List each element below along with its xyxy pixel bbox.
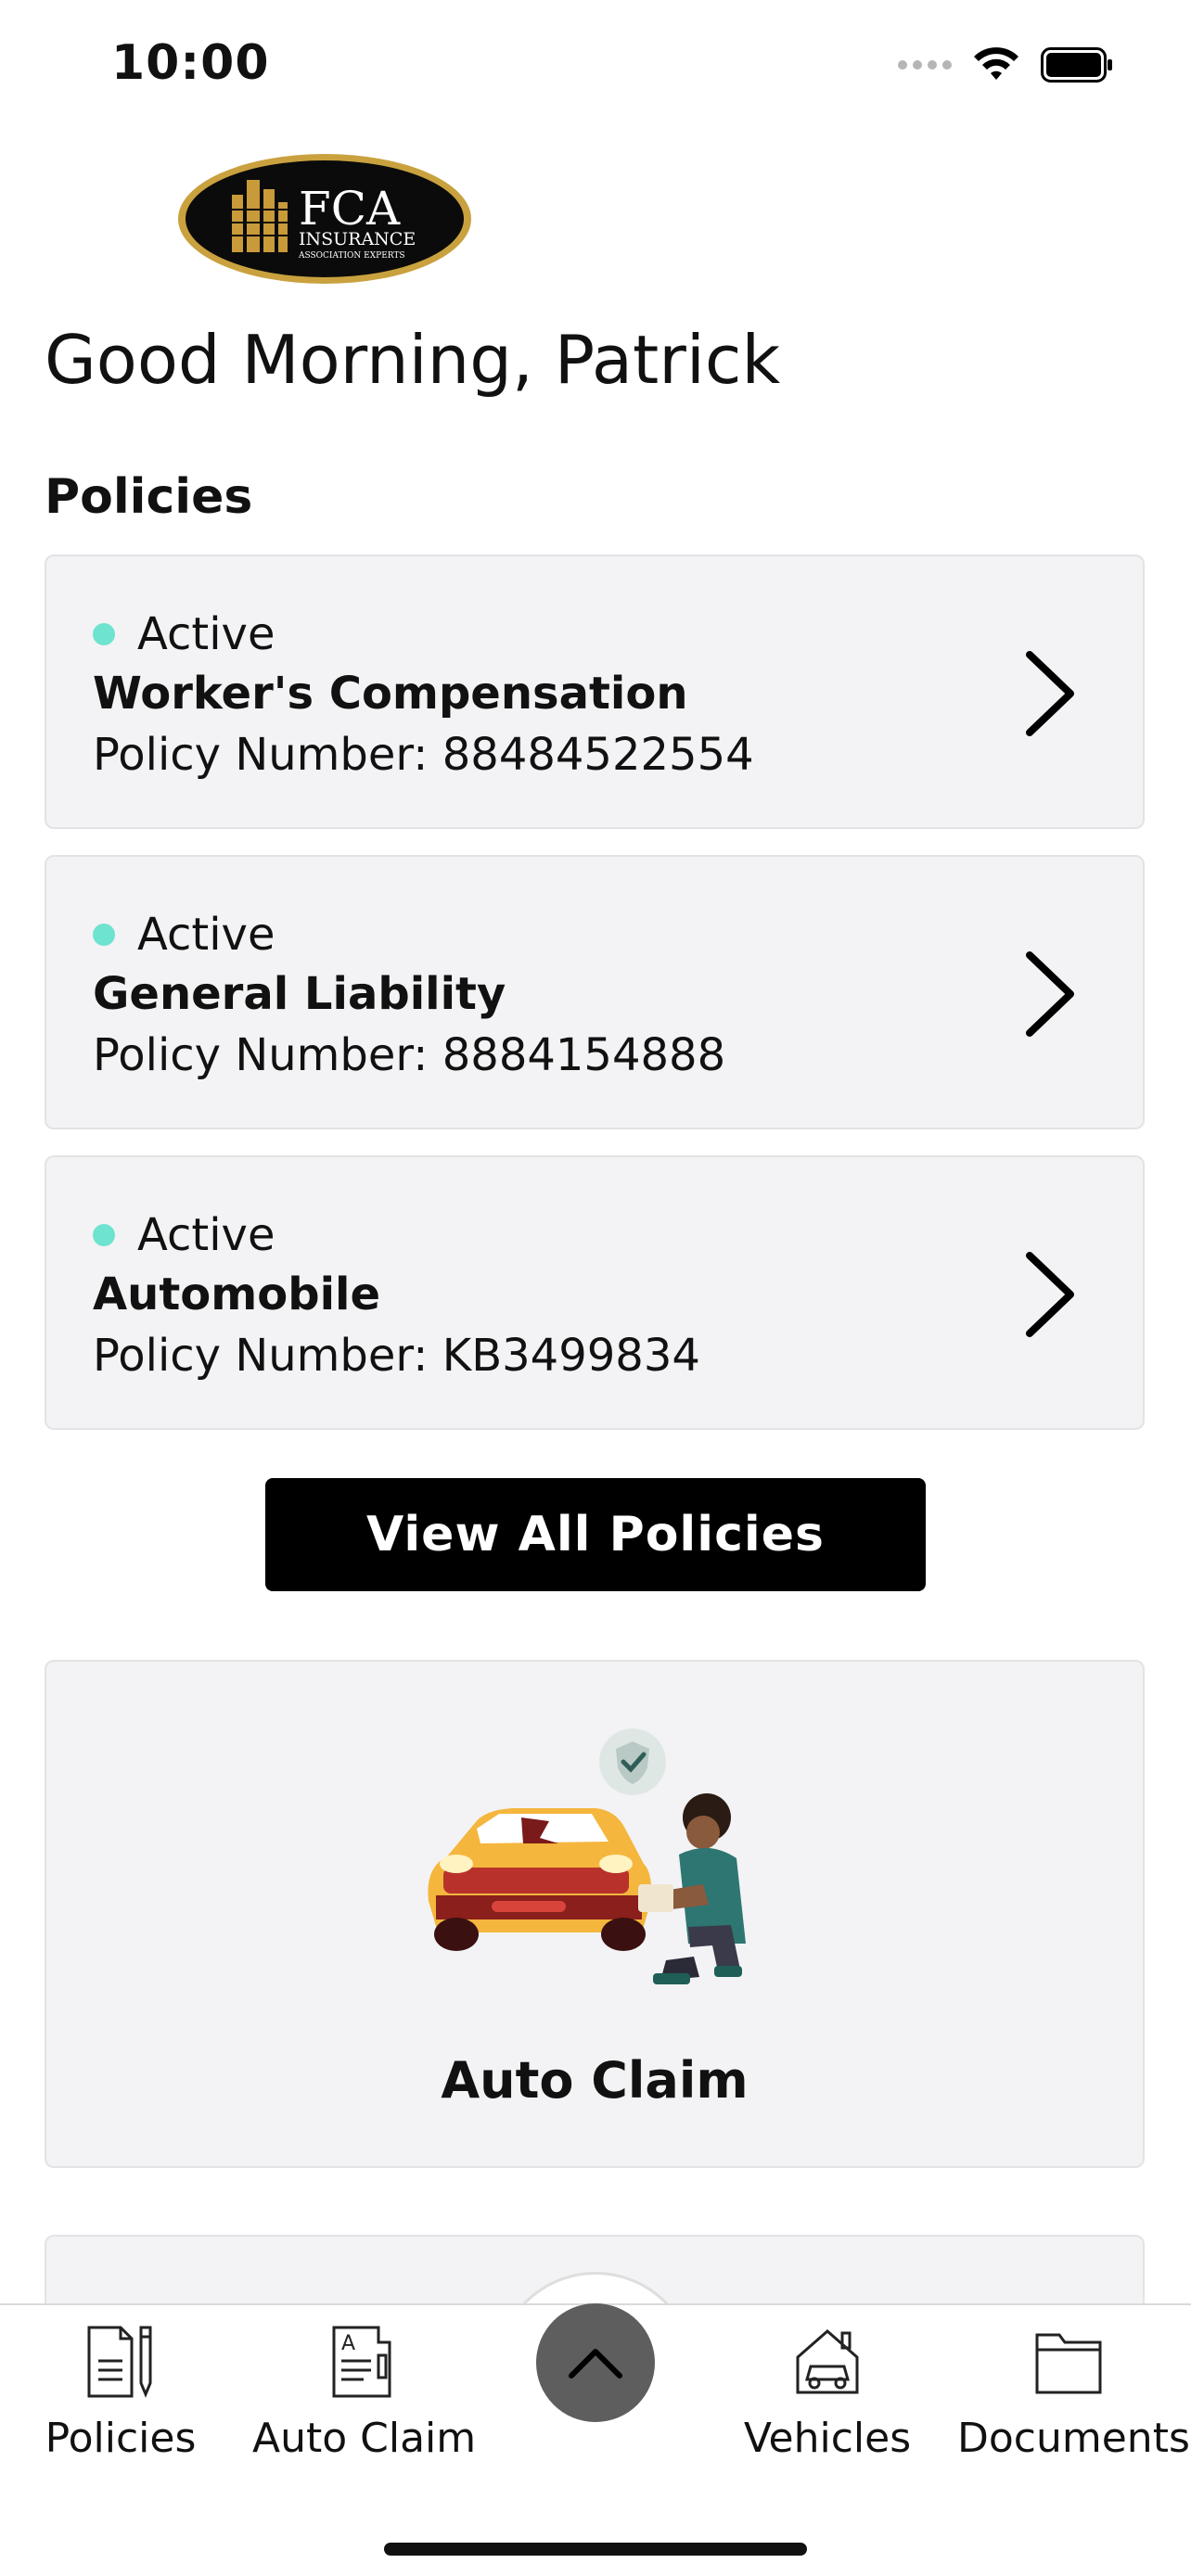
wifi-icon xyxy=(974,47,1018,80)
policy-status-text: Active xyxy=(137,1209,275,1261)
status-dot-icon xyxy=(93,623,115,645)
home-indicator[interactable] xyxy=(384,2543,807,2556)
logo-text: FCA xyxy=(299,182,401,236)
tab-documents[interactable]: Documents xyxy=(957,2324,1190,2462)
tab-label-vehicles: Vehicles xyxy=(743,2415,912,2462)
auto-claim-card[interactable]: Auto Claim xyxy=(45,1660,1145,2168)
policies-section-title: Policies xyxy=(45,469,253,525)
status-dot-icon xyxy=(93,1224,115,1246)
policy-name: Automobile xyxy=(93,1269,381,1320)
fca-insurance-logo: FCA INSURANCE ASSOCIATION EXPERTS xyxy=(178,154,471,284)
tab-vehicles[interactable]: Vehicles xyxy=(716,2324,939,2462)
view-all-policies-button[interactable]: View All Policies xyxy=(265,1478,926,1591)
cellular-signal-icon xyxy=(898,60,952,70)
policy-status: Active xyxy=(93,909,275,961)
policy-card-workers-compensation[interactable]: Active Worker's Compensation Policy Numb… xyxy=(45,555,1145,829)
auto-claim-label: Auto Claim xyxy=(441,2051,749,2110)
policy-name: Worker's Compensation xyxy=(93,668,688,720)
auto-claim-icon: A xyxy=(332,2326,391,2398)
expand-menu-button[interactable] xyxy=(536,2303,655,2422)
policy-card-general-liability[interactable]: Active General Liability Policy Number: … xyxy=(45,855,1145,1129)
chevron-right-icon[interactable] xyxy=(1022,950,1078,1039)
tab-label-documents: Documents xyxy=(957,2415,1190,2462)
policy-number: Policy Number: 88484522554 xyxy=(93,729,754,781)
status-dot-icon xyxy=(93,924,115,946)
policy-name: General Liability xyxy=(93,968,506,1020)
chevron-up-icon xyxy=(569,2349,622,2378)
chevron-right-icon[interactable] xyxy=(1022,649,1078,738)
chevron-right-icon[interactable] xyxy=(1022,1250,1078,1339)
policy-status: Active xyxy=(93,1209,275,1261)
policy-status: Active xyxy=(93,608,275,660)
greeting-heading: Good Morning, Patrick xyxy=(45,321,781,399)
policy-number: Policy Number: KB3499834 xyxy=(93,1330,700,1382)
policy-status-text: Active xyxy=(137,909,275,961)
tab-auto-claim[interactable]: A Auto Claim xyxy=(252,2324,477,2462)
logo-subtext: INSURANCE xyxy=(299,229,416,249)
documents-icon xyxy=(1035,2333,1102,2394)
tab-label-auto-claim: Auto Claim xyxy=(252,2415,477,2462)
battery-icon xyxy=(1041,47,1112,83)
vehicles-icon xyxy=(796,2329,859,2394)
status-icons xyxy=(898,46,1113,83)
home-screen: 10:00 FCA INSURANCE ASSOCIATION EXPERTS … xyxy=(0,0,1191,2576)
tab-label-policies: Policies xyxy=(45,2415,197,2462)
policies-icon xyxy=(87,2326,152,2398)
policy-number: Policy Number: 8884154888 xyxy=(93,1029,726,1081)
logo-tagline: ASSOCIATION EXPERTS xyxy=(298,251,405,261)
policy-status-text: Active xyxy=(137,608,275,660)
status-bar: 10:00 xyxy=(0,0,1191,130)
status-time: 10:00 xyxy=(111,35,270,91)
policy-card-automobile[interactable]: Active Automobile Policy Number: KB34998… xyxy=(45,1155,1145,1430)
auto-claim-illustration xyxy=(428,1728,746,1984)
tab-policies[interactable]: Policies xyxy=(9,2324,232,2462)
svg-text:A: A xyxy=(341,2332,355,2355)
